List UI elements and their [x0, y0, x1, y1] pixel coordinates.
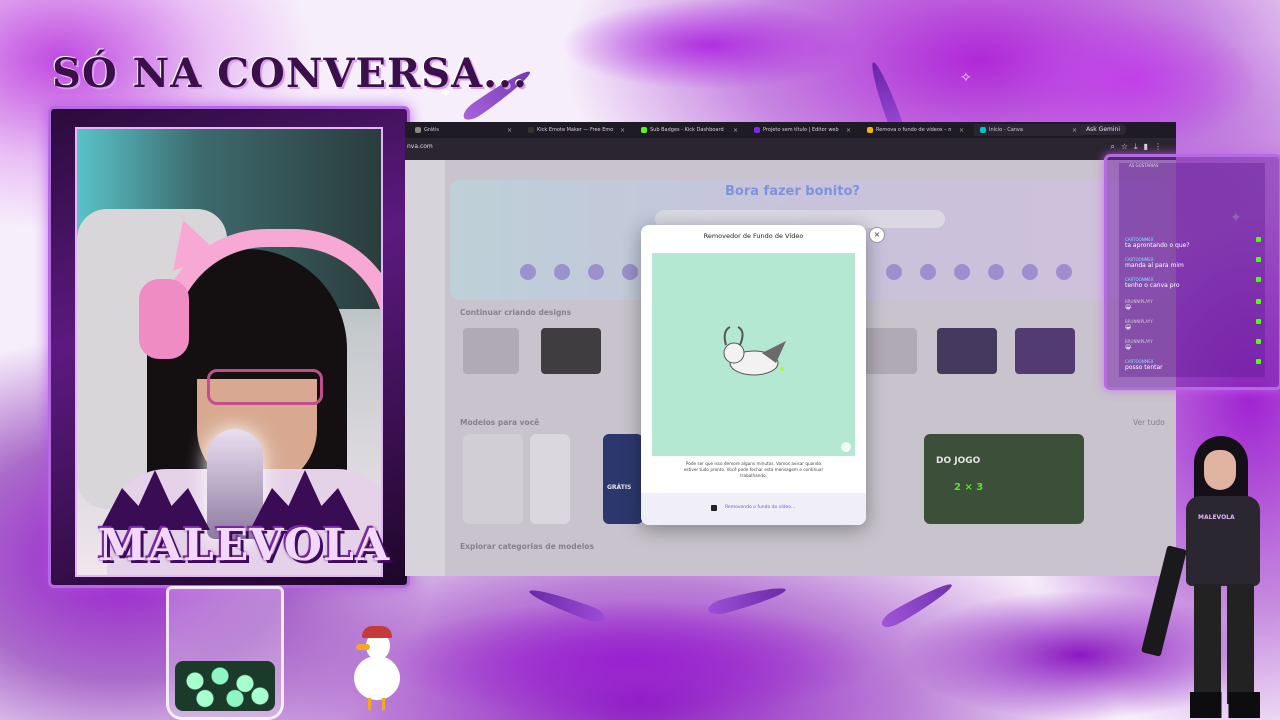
chat-text: tenho o canva pro [1125, 282, 1180, 289]
duck-beak [356, 644, 370, 650]
toolbar-icons: ⌕☆⤓▮⋮ [1110, 142, 1168, 152]
modal-footer: Removendo o fundo do vídeo... [641, 493, 866, 525]
close-icon[interactable]: × [507, 127, 512, 134]
chat-message: CARTOONMEX ta aprontando o que? [1125, 237, 1263, 249]
chat-text: 😀 [1125, 324, 1132, 331]
feather-decoration [706, 582, 788, 618]
duck-cap [362, 626, 392, 638]
character-boots [1190, 692, 1260, 718]
chat-text: manda aí para mim [1125, 262, 1184, 269]
chat-text: 😀 [1125, 304, 1132, 311]
tab-bar: Grátis × Kick Emote Maker — Free Emo × Sub… [405, 122, 1176, 138]
kick-badge-icon [1256, 319, 1261, 324]
character-legs [1194, 584, 1254, 704]
chat-list: AS GOSTARIAS CARTOONMEX ta aprontando o q… [1119, 163, 1265, 377]
canva-icon [867, 127, 873, 133]
chat-message: BRUNNIPLAYY 😀 [1125, 339, 1263, 351]
ask-gemini-button[interactable]: Ask Gemini [1080, 124, 1126, 135]
search-icon[interactable]: ⌕ [1110, 142, 1120, 151]
kick-badge-icon [1256, 237, 1261, 242]
star-icon[interactable]: ☆ [1121, 142, 1134, 151]
kick-icon [528, 127, 534, 133]
feather-decoration [878, 578, 956, 632]
streamer-glasses [207, 369, 323, 405]
tab-label: Sub Badges - Kick Dashboard [650, 127, 724, 133]
feather-decoration [527, 584, 607, 626]
canva-home-page: Bora fazer bonito? Continuar criando des… [405, 160, 1176, 576]
processing-status: Removendo o fundo do vídeo... [725, 505, 796, 510]
close-icon[interactable]: × [1072, 127, 1077, 134]
jar-contents [175, 661, 275, 711]
modal-message: Pode ser que isso demore alguns minutos.… [683, 461, 824, 478]
url-field[interactable]: nva.com [407, 143, 433, 150]
kick-badge-icon [1256, 339, 1261, 344]
video-preview [652, 253, 855, 456]
duck-leg [382, 698, 385, 710]
chat-text: 😀 [1125, 344, 1132, 351]
chat-overlay: AS GOSTARIAS CARTOONMEX ta aprontando o q… [1104, 154, 1280, 390]
canva-icon [754, 127, 760, 133]
tab-label: Projeto sem título | Editor web [763, 127, 839, 133]
kick-badge-icon [1256, 299, 1261, 304]
kick-badge-icon [1256, 277, 1261, 282]
download-icon[interactable]: ⤓ [1134, 142, 1144, 151]
webcam-frame [48, 106, 410, 588]
chat-message: BRUNNIPLAYY 😀 [1125, 299, 1263, 311]
generic-tab-icon [415, 127, 421, 133]
character-badge: MALEVOLA [1198, 514, 1235, 521]
tab-label: Início - Canva [989, 127, 1023, 133]
sparkle-decoration: ✧ [960, 70, 972, 86]
modal-title: Removedor de Fundo de Vídeo [703, 232, 804, 240]
chat-message: CARTOONMEX manda aí para mim [1125, 257, 1263, 269]
menu-icon[interactable]: ⋮ [1154, 142, 1168, 151]
duck-leg [368, 698, 371, 710]
video-bg-remover-modal: Removedor de Fundo de Vídeo × Pode ser q… [641, 225, 885, 525]
close-icon[interactable]: × [846, 127, 851, 134]
browser-tab[interactable]: Kick Emote Maker — Free Emo × [522, 124, 631, 136]
creature-preview-image [723, 326, 786, 376]
character-illustration: MALEVOLA [1140, 436, 1278, 720]
character-face [1204, 450, 1236, 490]
close-icon[interactable]: × [959, 127, 964, 134]
address-bar: nva.com ⌕☆⤓▮⋮ [405, 138, 1176, 160]
browser-tab[interactable]: Remova o fundo de vídeos – n × [861, 124, 970, 136]
kick-badge-icon [1256, 257, 1261, 262]
tab-label: Grátis [424, 127, 439, 133]
duck-body [354, 656, 400, 700]
tab-label: Remova o fundo de vídeos – n [876, 127, 952, 133]
stream-title: SÓ NA CONVERSA... [52, 50, 528, 97]
close-icon[interactable]: × [733, 127, 738, 134]
browser-tab[interactable]: Projeto sem título | Editor web × [748, 124, 857, 136]
character-vest [1186, 496, 1260, 586]
chat-message: CARTOONMEX posso tentar [1125, 359, 1263, 371]
browser-tab-active[interactable]: Início - Canva × [974, 124, 1083, 136]
chat-message: BRUNNIPLAYY 😀 [1125, 319, 1263, 331]
kick-icon [641, 127, 647, 133]
browser-window: Grátis × Kick Emote Maker — Free Emo × Sub… [405, 122, 1176, 576]
close-icon[interactable]: × [620, 127, 625, 134]
browser-tab[interactable]: Grátis × [409, 124, 518, 136]
tab-label: Kick Emote Maker — Free Emo [537, 127, 614, 133]
close-button[interactable]: × [869, 227, 885, 243]
browser-tab[interactable]: Sub Badges - Kick Dashboard × [635, 124, 744, 136]
headphone-cup [139, 279, 189, 359]
chat-text: ta aprontando o que? [1125, 242, 1190, 249]
chat-text: posso tentar [1125, 364, 1163, 371]
chat-message: CARTOONMEX tenho o canva pro [1125, 277, 1263, 289]
jar-decoration [166, 586, 284, 720]
canva-icon [980, 127, 986, 133]
duck-mascot [348, 626, 406, 710]
play-icon[interactable] [841, 442, 851, 452]
chat-header: AS GOSTARIAS [1129, 163, 1159, 168]
extension-icon[interactable]: ▮ [1144, 142, 1154, 151]
loading-icon [711, 505, 717, 511]
background-swirl [560, 0, 860, 90]
kick-badge-icon [1256, 359, 1261, 364]
background-swirl [380, 600, 880, 720]
